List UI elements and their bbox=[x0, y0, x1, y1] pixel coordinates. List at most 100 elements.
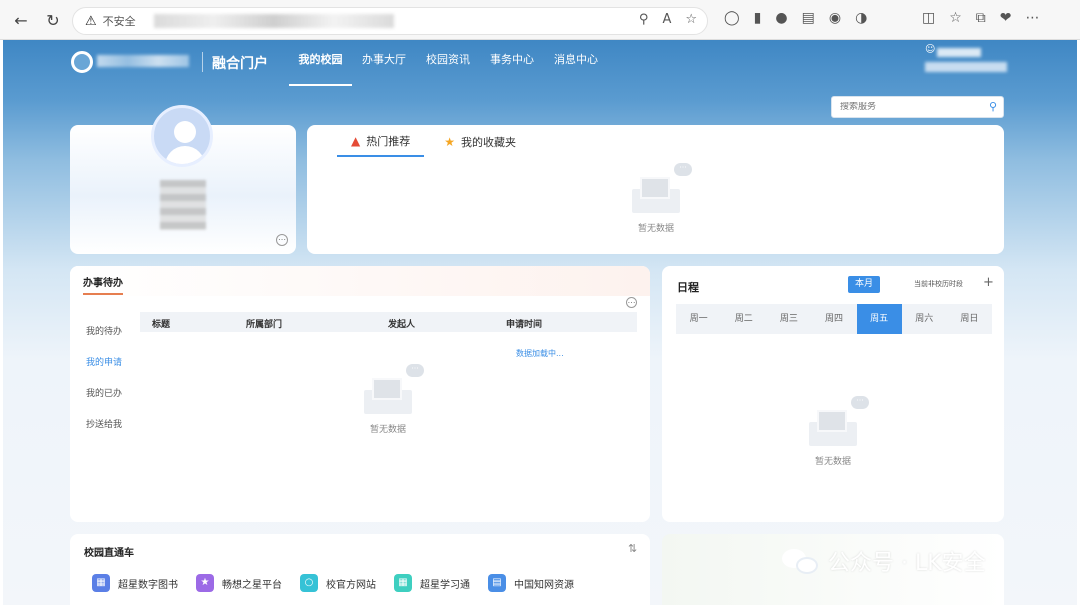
column-title: 标题 bbox=[152, 320, 171, 330]
book-icon: ▦ bbox=[92, 574, 110, 592]
nav-affairs-center[interactable]: 事务中心 bbox=[480, 40, 544, 86]
tab-label: 我的收藏夹 bbox=[461, 136, 516, 149]
day-mon[interactable]: 周一 bbox=[676, 304, 721, 334]
column-initiator: 发起人 bbox=[388, 320, 416, 330]
link-changxiang-platform[interactable]: ★ 畅想之星平台 bbox=[196, 574, 282, 592]
fire-icon: ▲ bbox=[351, 134, 361, 148]
current-week-label: 当前非校历时段 bbox=[914, 280, 963, 288]
day-fri[interactable]: 周五 bbox=[856, 304, 902, 334]
service-search: ⚲ bbox=[831, 96, 1004, 118]
back-icon[interactable]: ← bbox=[6, 5, 36, 35]
favorites-icon[interactable]: ☆ bbox=[949, 10, 962, 26]
more-icon[interactable]: ⋯ bbox=[1026, 10, 1040, 26]
wechat-icon bbox=[780, 547, 820, 575]
loading-text: 数据加载中... bbox=[516, 349, 564, 358]
link-label: 超星学习通 bbox=[420, 579, 470, 591]
portal-title: 融合门户 bbox=[212, 56, 268, 72]
todo-side-menu: 我的待办 我的申请 我的已办 抄送给我 bbox=[86, 324, 122, 448]
refresh-icon[interactable]: ↻ bbox=[38, 5, 68, 35]
extension-bar: ◯ ▮ ● ▤ ◉ ◑ bbox=[724, 10, 867, 26]
star-icon: ★ bbox=[444, 135, 455, 149]
url-text bbox=[153, 14, 394, 28]
link-label: 畅想之星平台 bbox=[222, 579, 282, 591]
globe-icon: ○ bbox=[300, 574, 318, 592]
avatar-body bbox=[165, 146, 205, 164]
empty-state: ··· 暂无数据 bbox=[353, 364, 424, 435]
link-chaoxing-library[interactable]: ▦ 超星数字图书 bbox=[92, 574, 178, 592]
zoom-icon[interactable]: ⚲ bbox=[639, 12, 649, 27]
side-item-my-applications[interactable]: 我的申请 bbox=[86, 355, 122, 386]
more-icon[interactable]: ⋯ bbox=[626, 297, 637, 308]
month-button[interactable]: 本月 bbox=[848, 276, 880, 293]
side-item-my-todo[interactable]: 我的待办 bbox=[86, 324, 122, 355]
todo-table-header: 标题 所属部门 发起人 申请时间 bbox=[140, 312, 637, 332]
side-item-cc-me[interactable]: 抄送给我 bbox=[86, 417, 122, 448]
search-icon[interactable]: ⚲ bbox=[989, 100, 997, 113]
star-platform-icon: ★ bbox=[196, 574, 214, 592]
campus-title: 校园直通车 bbox=[84, 548, 134, 559]
browser-toolbar: ← ↻ ⚠ 不安全 ⚲ A ☆ ◯ ▮ ● ▤ ◉ ◑ ◫ ☆ ⧉ ❤ ⋯ bbox=[0, 0, 1080, 40]
sort-icon[interactable]: ⇅ bbox=[628, 542, 637, 555]
todo-title[interactable]: 办事待办 bbox=[83, 274, 123, 295]
link-cnki[interactable]: ▤ 中国知网资源 bbox=[488, 574, 574, 592]
link-official-site[interactable]: ○ 校官方网站 bbox=[300, 574, 376, 592]
add-schedule-button[interactable]: + bbox=[983, 275, 994, 290]
cnki-icon: ▤ bbox=[488, 574, 506, 592]
extension-icon[interactable]: ▮ bbox=[754, 10, 762, 26]
watermark-text: 公众号 · LK安全 bbox=[828, 551, 986, 576]
day-wed[interactable]: 周三 bbox=[766, 304, 811, 334]
extension-icon[interactable]: ● bbox=[775, 10, 787, 26]
study-icon: ▦ bbox=[394, 574, 412, 592]
browser-actions: ◫ ☆ ⧉ ❤ ⋯ bbox=[922, 10, 1040, 26]
empty-text: 暂无数据 bbox=[814, 457, 851, 467]
user-icon: ☺ bbox=[925, 44, 936, 55]
more-icon[interactable]: ⋯ bbox=[276, 234, 288, 246]
link-xuexitong[interactable]: ▦ 超星学习通 bbox=[394, 574, 470, 592]
empty-box-icon: ··· bbox=[362, 364, 424, 416]
empty-box-icon: ··· bbox=[807, 396, 869, 448]
day-tue[interactable]: 周二 bbox=[721, 304, 766, 334]
shortcut-links: ▦ 超星数字图书 ★ 畅想之星平台 ○ 校官方网站 ▦ 超星学习通 ▤ 中国知网… bbox=[92, 574, 592, 592]
security-label: 不安全 bbox=[102, 15, 136, 28]
week-selector: 周一 周二 周三 周四 周五 周六 周日 bbox=[676, 304, 992, 334]
header-divider bbox=[202, 52, 203, 72]
user-role bbox=[925, 62, 1007, 72]
extension-icon[interactable]: ◑ bbox=[855, 10, 867, 26]
nav-my-campus[interactable]: 我的校园 bbox=[289, 40, 352, 86]
extension-icon[interactable]: ◉ bbox=[829, 10, 841, 26]
favorite-star-icon[interactable]: ☆ bbox=[685, 12, 697, 27]
portal-header: 融合门户 我的校园 办事大厅 校园资讯 事务中心 消息中心 ☺ bbox=[3, 40, 1077, 88]
tab-label: 热门推荐 bbox=[366, 135, 411, 148]
extension-icon[interactable]: ◯ bbox=[724, 10, 740, 26]
school-logo-icon[interactable] bbox=[71, 51, 93, 73]
recommend-panel: ▲ 热门推荐 ★ 我的收藏夹 ··· 暂无数据 bbox=[307, 125, 1004, 254]
empty-text: 暂无数据 bbox=[637, 224, 674, 234]
recommend-tabs: ▲ 热门推荐 ★ 我的收藏夹 bbox=[337, 133, 536, 157]
day-thu[interactable]: 周四 bbox=[811, 304, 856, 334]
column-apply-time: 申请时间 bbox=[506, 320, 543, 330]
avatar[interactable] bbox=[151, 105, 213, 167]
nav-campus-news[interactable]: 校园资讯 bbox=[416, 40, 480, 86]
search-input[interactable] bbox=[840, 102, 980, 112]
empty-text: 暂无数据 bbox=[369, 425, 406, 435]
tab-my-favorites[interactable]: ★ 我的收藏夹 bbox=[430, 133, 530, 157]
day-sat[interactable]: 周六 bbox=[902, 304, 947, 334]
tab-hot-recommend[interactable]: ▲ 热门推荐 bbox=[337, 133, 425, 157]
nav-service-hall[interactable]: 办事大厅 bbox=[352, 40, 416, 86]
split-screen-icon[interactable]: ◫ bbox=[922, 10, 935, 26]
nav-message-center[interactable]: 消息中心 bbox=[544, 40, 608, 86]
day-sun[interactable]: 周日 bbox=[947, 304, 992, 334]
read-aloud-icon[interactable]: A bbox=[662, 12, 671, 27]
campus-shortcuts: 校园直通车 ⇅ ▦ 超星数字图书 ★ 畅想之星平台 ○ 校官方网站 ▦ 超星学习… bbox=[70, 534, 650, 605]
extension-icon[interactable]: ▤ bbox=[802, 10, 815, 26]
collections-icon[interactable]: ⧉ bbox=[976, 10, 986, 26]
school-name bbox=[97, 55, 189, 67]
side-item-done[interactable]: 我的已办 bbox=[86, 386, 122, 417]
todo-panel: 办事待办 ⋯ 我的待办 我的申请 我的已办 抄送给我 标题 所属部门 发起人 申… bbox=[70, 266, 650, 522]
performance-icon[interactable]: ❤ bbox=[1000, 10, 1012, 26]
empty-box-icon: ··· bbox=[630, 163, 692, 215]
schedule-panel: 日程 本月 当前非校历时段 + 周一 周二 周三 周四 周五 周六 周日 ···… bbox=[662, 266, 1004, 522]
address-bar[interactable]: ⚠ 不安全 ⚲ A ☆ bbox=[72, 7, 708, 35]
empty-state: ··· 暂无数据 bbox=[798, 396, 869, 467]
column-department: 所属部门 bbox=[246, 320, 283, 330]
